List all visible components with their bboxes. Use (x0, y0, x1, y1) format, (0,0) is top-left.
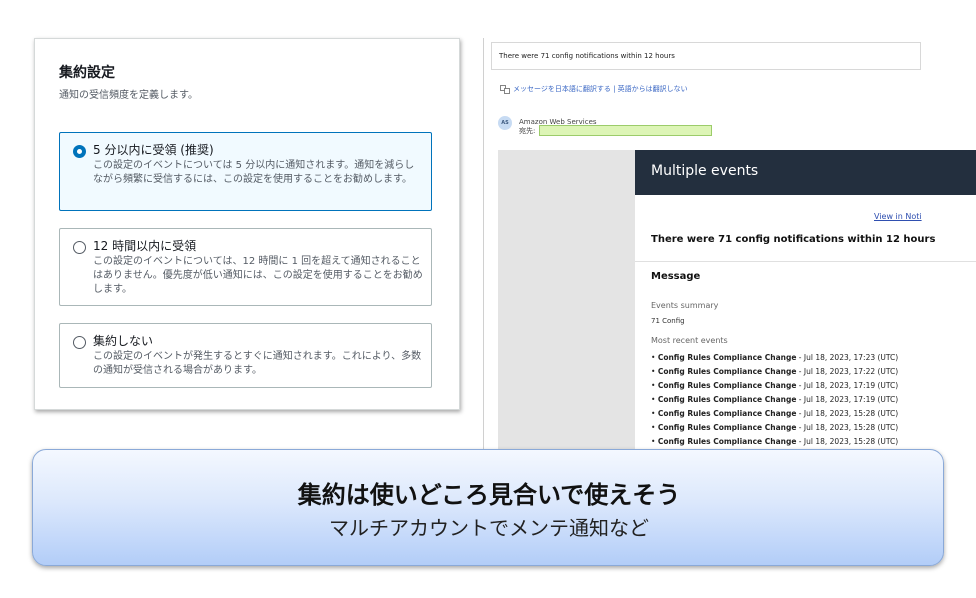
translate-row[interactable]: メッセージを日本語に翻訳する | 英語からは翻訳しない (500, 84, 688, 94)
event-item: • Config Rules Compliance Change - Jul 1… (651, 437, 899, 446)
notification-heading: There were 71 config notifications withi… (651, 234, 936, 245)
banner-subtitle: マルチアカウントでメンテ通知など (329, 516, 649, 540)
event-item: • Config Rules Compliance Change - Jul 1… (651, 409, 899, 418)
event-time: Jul 18, 2023, 15:28 (UTC) (803, 409, 899, 418)
divider (635, 261, 976, 262)
sender-avatar: AS (498, 116, 512, 130)
event-item: • Config Rules Compliance Change - Jul 1… (651, 381, 899, 390)
event-time: Jul 18, 2023, 17:19 (UTC) (803, 381, 899, 390)
event-name: Config Rules Compliance Change (657, 437, 797, 446)
radio-12h[interactable] (73, 241, 86, 254)
settings-description: 通知の受信頻度を定義します。 (59, 90, 198, 101)
events-summary-value: 71 Config (651, 317, 685, 325)
message-label: Message (651, 271, 701, 282)
option-label-12h: 12 時間以内に受領 (93, 239, 197, 253)
event-time: Jul 18, 2023, 17:19 (UTC) (803, 395, 899, 404)
event-item: • Config Rules Compliance Change - Jul 1… (651, 367, 899, 376)
email-header-title: Multiple events (651, 163, 759, 179)
event-item: • Config Rules Compliance Change - Jul 1… (651, 395, 899, 404)
event-name: Config Rules Compliance Change (657, 367, 797, 376)
option-card-5min[interactable]: 5 分以内に受領 (推奨) この設定のイベントについては 5 分以内に通知されま… (59, 132, 432, 211)
event-time: Jul 18, 2023, 17:22 (UTC) (803, 367, 899, 376)
option-label-5min: 5 分以内に受領 (推奨) (93, 143, 214, 157)
event-name: Config Rules Compliance Change (657, 395, 797, 404)
recipient-redaction (539, 125, 712, 136)
summary-banner: 集約は使いどころ見合いで使えそう マルチアカウントでメンテ通知など (32, 449, 944, 566)
translate-link[interactable]: メッセージを日本語に翻訳する | 英語からは翻訳しない (513, 85, 688, 93)
event-item: • Config Rules Compliance Change - Jul 1… (651, 353, 899, 362)
aggregation-settings-panel: 集約設定 通知の受信頻度を定義します。 5 分以内に受領 (推奨) この設定のイ… (34, 38, 460, 410)
option-card-12h[interactable]: 12 時間以内に受領 この設定のイベントについては、12 時間に 1 回を超えて… (59, 228, 432, 306)
option-help-12h: この設定のイベントについては、12 時間に 1 回を超えて通知されることはありま… (93, 256, 423, 295)
event-time: Jul 18, 2023, 15:28 (UTC) (803, 437, 899, 446)
option-help-no-aggregation: この設定のイベントが発生するとすぐに通知されます。これにより、多数の通知が受信さ… (93, 351, 422, 376)
event-item: • Config Rules Compliance Change - Jul 1… (651, 423, 899, 432)
translate-icon (500, 84, 510, 94)
email-subject: There were 71 config notifications withi… (491, 42, 921, 70)
email-header: Multiple events (635, 150, 976, 195)
event-time: Jul 18, 2023, 17:23 (UTC) (803, 353, 899, 362)
settings-title: 集約設定 (59, 65, 115, 81)
events-summary-label: Events summary (651, 301, 719, 310)
event-name: Config Rules Compliance Change (657, 381, 797, 390)
event-name: Config Rules Compliance Change (657, 353, 797, 362)
radio-5min[interactable] (73, 145, 86, 158)
view-in-notifications-link[interactable]: View in Noti (874, 212, 922, 221)
event-time: Jul 18, 2023, 15:28 (UTC) (803, 423, 899, 432)
event-name: Config Rules Compliance Change (657, 409, 797, 418)
option-help-5min: この設定のイベントについては 5 分以内に通知されます。通知を減らしながら頻繁に… (93, 160, 415, 185)
banner-title: 集約は使いどころ見合いで使えそう (297, 480, 681, 509)
recipient-label: 宛先: (519, 127, 536, 135)
recent-events-list: • Config Rules Compliance Change - Jul 1… (651, 351, 976, 449)
radio-no-aggregation[interactable] (73, 336, 86, 349)
slide: 集約設定 通知の受信頻度を定義します。 5 分以内に受領 (推奨) この設定のイ… (0, 0, 976, 598)
option-card-no-aggregation[interactable]: 集約しない この設定のイベントが発生するとすぐに通知されます。これにより、多数の… (59, 323, 432, 388)
notification-card: Multiple events View in Noti There were … (635, 150, 976, 458)
event-name: Config Rules Compliance Change (657, 423, 797, 432)
email-body: Multiple events View in Noti There were … (498, 150, 976, 458)
email-panel: There were 71 config notifications withi… (483, 38, 976, 458)
option-label-no-aggregation: 集約しない (93, 334, 154, 348)
recent-events-label: Most recent events (651, 336, 728, 345)
